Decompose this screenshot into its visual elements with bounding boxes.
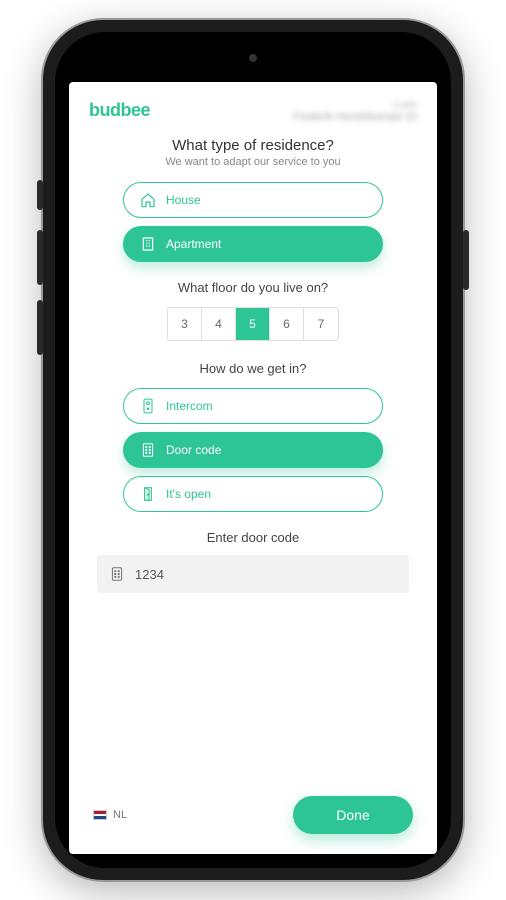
- phone-speaker: [249, 54, 257, 62]
- residence-option-house[interactable]: House: [123, 182, 383, 218]
- app-screen: budbee Code Frederik Hendrikstraat 10 Wh…: [69, 82, 437, 854]
- header-meta: Code Frederik Hendrikstraat 10: [293, 100, 417, 123]
- access-options: Intercom Door code It's open: [97, 388, 409, 512]
- residence-subtitle: We want to adapt our service to you: [97, 156, 409, 168]
- access-option-label: Door code: [166, 443, 221, 457]
- access-title: How do we get in?: [97, 361, 409, 376]
- floor-option-3[interactable]: 3: [168, 308, 202, 340]
- done-button[interactable]: Done: [293, 796, 413, 834]
- keypad-icon: [109, 566, 125, 582]
- floor-option-6[interactable]: 6: [270, 308, 304, 340]
- floor-selector: 3 4 5 6 7: [167, 307, 339, 341]
- phone-bezel: budbee Code Frederik Hendrikstraat 10 Wh…: [55, 32, 451, 868]
- logo: budbee: [89, 100, 150, 121]
- floor-option-5[interactable]: 5: [236, 308, 270, 340]
- phone-side-button: [37, 180, 43, 210]
- residence-option-apartment[interactable]: Apartment: [123, 226, 383, 262]
- keypad-icon: [140, 442, 156, 458]
- floor-title: What floor do you live on?: [97, 280, 409, 295]
- header-meta-line1: Code: [293, 100, 417, 111]
- doorcode-input-container[interactable]: [97, 555, 409, 593]
- access-option-intercom[interactable]: Intercom: [123, 388, 383, 424]
- language-selector[interactable]: NL: [93, 809, 127, 821]
- floor-option-4[interactable]: 4: [202, 308, 236, 340]
- access-option-doorcode[interactable]: Door code: [123, 432, 383, 468]
- residence-title: What type of residence?: [97, 137, 409, 154]
- residence-options: House Apartment: [97, 182, 409, 262]
- footer: NL Done: [69, 782, 437, 854]
- residence-option-label: House: [166, 193, 201, 207]
- header-meta-line2: Frederik Hendrikstraat 10: [293, 111, 417, 123]
- flag-nl-icon: [93, 810, 107, 820]
- header: budbee Code Frederik Hendrikstraat 10: [69, 82, 437, 131]
- phone-frame: budbee Code Frederik Hendrikstraat 10 Wh…: [43, 20, 463, 880]
- access-option-open[interactable]: It's open: [123, 476, 383, 512]
- floor-option-7[interactable]: 7: [304, 308, 338, 340]
- intercom-icon: [140, 398, 156, 414]
- door-open-icon: [140, 486, 156, 502]
- phone-side-button: [37, 300, 43, 355]
- doorcode-label: Enter door code: [97, 530, 409, 545]
- residence-option-label: Apartment: [166, 237, 221, 251]
- doorcode-input[interactable]: [135, 567, 397, 582]
- content: What type of residence? We want to adapt…: [69, 131, 437, 782]
- apartment-icon: [140, 236, 156, 252]
- phone-side-button: [37, 230, 43, 285]
- access-option-label: Intercom: [166, 399, 213, 413]
- access-option-label: It's open: [166, 487, 211, 501]
- phone-side-button: [463, 230, 469, 290]
- language-label: NL: [113, 809, 127, 821]
- house-icon: [140, 192, 156, 208]
